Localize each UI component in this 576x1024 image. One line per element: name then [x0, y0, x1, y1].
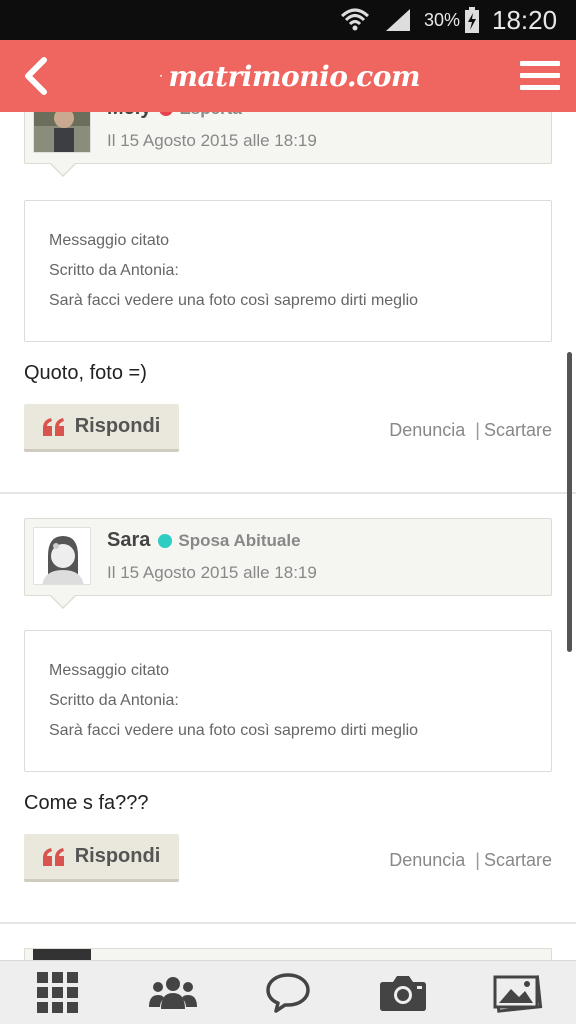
author-card [24, 948, 552, 960]
post-message: Come s fa??? [24, 792, 149, 814]
reply-label: Rispondi [74, 845, 161, 867]
camera-icon [380, 975, 427, 1011]
tab-community[interactable] [115, 961, 230, 1024]
author-card: Sara Sposa Abituale Il 15 Agosto 2015 al… [24, 518, 552, 609]
quote-text: Sarà facci vedere una foto così sapremo … [49, 722, 419, 739]
author-card: Mely Esperta Il 15 Agosto 2015 alle 18:1… [24, 112, 552, 177]
photos-icon [493, 974, 543, 1013]
forum-thread[interactable]: Mely Esperta Il 15 Agosto 2015 alle 18:1… [0, 112, 576, 960]
author-role: Esperta [179, 112, 241, 119]
quoted-message: Messaggio citato Scritto da Antonia: Sar… [24, 200, 552, 342]
menu-button[interactable] [516, 52, 564, 100]
status-bar: 30% 18:20 [0, 0, 576, 40]
quoted-message: Messaggio citato Scritto da Antonia: Sar… [24, 630, 552, 772]
bottom-navigation [0, 960, 576, 1024]
avatar[interactable] [33, 949, 91, 960]
tab-camera[interactable] [346, 961, 461, 1024]
hamburger-menu-icon [520, 61, 560, 90]
role-dot [158, 533, 173, 548]
quote-author: Scritto da Antonia: [49, 692, 179, 709]
grid-icon [36, 971, 78, 1013]
battery-charging-icon [464, 0, 480, 40]
post-date: Il 15 Agosto 2015 alle 18:19 [107, 563, 317, 582]
role-dot [159, 112, 174, 116]
post-message: Quoto, foto =) [24, 362, 147, 384]
avatar[interactable] [33, 527, 91, 585]
report-link[interactable]: Denuncia [389, 850, 465, 871]
tab-photos[interactable] [461, 961, 576, 1024]
reply-button[interactable]: Rispondi [24, 834, 179, 882]
author-role: Sposa Abituale [178, 530, 301, 550]
app-bar: matrimonio.com [0, 40, 576, 112]
post-date: Il 15 Agosto 2015 alle 18:19 [107, 131, 317, 150]
quote-label: Messaggio citato [49, 232, 170, 249]
back-button[interactable] [12, 52, 60, 100]
post-divider [0, 922, 576, 924]
wifi-icon [340, 0, 370, 40]
quote-author: Scritto da Antonia: [49, 262, 179, 279]
tab-menu[interactable] [0, 961, 115, 1024]
discard-link[interactable]: Scartare [484, 420, 552, 441]
battery-level: 30% [424, 9, 461, 30]
quote-icon [42, 417, 64, 436]
heart-logo-icon [160, 74, 163, 77]
signal-icon [384, 0, 412, 40]
tab-forum[interactable] [230, 961, 345, 1024]
avatar[interactable] [33, 112, 91, 153]
quote-icon [42, 847, 64, 866]
reply-label: Rispondi [74, 415, 161, 437]
back-arrow-icon [25, 57, 47, 95]
scrollbar[interactable] [567, 352, 572, 652]
post-divider [0, 492, 576, 494]
author-name[interactable]: Sara [107, 529, 150, 552]
quote-label: Messaggio citato [49, 662, 170, 679]
app-logo[interactable]: matrimonio.com [160, 48, 420, 104]
clock: 18:20 [492, 4, 558, 35]
reply-button[interactable]: Rispondi [24, 404, 179, 452]
logo-text: matrimonio.com [168, 59, 420, 93]
report-link[interactable]: Denuncia [389, 420, 465, 441]
discard-link[interactable]: Scartare [484, 850, 552, 871]
chat-bubble-icon [266, 972, 310, 1013]
community-icon [148, 976, 197, 1009]
quote-text: Sarà facci vedere una foto così sapremo … [49, 292, 419, 309]
author-name[interactable]: Mely [107, 112, 151, 120]
